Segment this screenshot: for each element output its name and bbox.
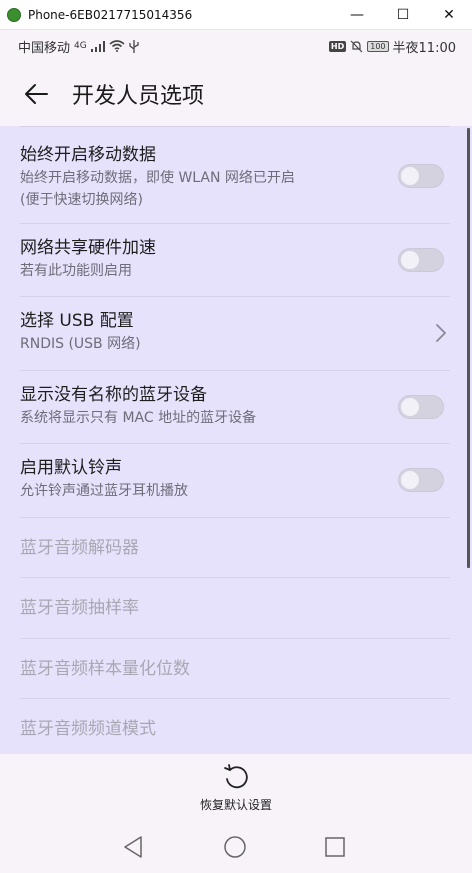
setting-show-unnamed-bt[interactable]: 显示没有名称的蓝牙设备 系统将显示只有 MAC 地址的蓝牙设备 <box>20 371 450 444</box>
clock: 半夜11:00 <box>392 40 456 56</box>
nav-home-icon <box>224 836 246 858</box>
setting-bt-audio-codec: 蓝牙音频解码器 <box>20 518 450 578</box>
setting-title: 选择 USB 配置 <box>20 311 134 331</box>
status-bar: 中国移动 4G HD 100 半夜11:00 <box>0 31 472 61</box>
setting-default-ringtone[interactable]: 启用默认铃声 允许铃声通过蓝牙耳机播放 <box>20 444 450 518</box>
minimize-button[interactable]: — <box>334 0 380 30</box>
app-bar: 开发人员选项 <box>0 62 472 126</box>
chevron-right-icon <box>436 324 446 342</box>
battery-indicator: 100 <box>367 40 389 52</box>
tethering-hw-accel-toggle[interactable] <box>398 248 444 272</box>
close-button[interactable]: ✕ <box>426 0 472 30</box>
navigation-bar <box>0 824 472 873</box>
setting-title: 蓝牙音频样本量化位数 <box>20 659 190 679</box>
reset-defaults-button[interactable]: 恢复默认设置 <box>186 762 286 818</box>
setting-subtitle: 始终开启移动数据，即使 WLAN 网络已开启 <box>20 170 295 186</box>
nav-back-button[interactable] <box>118 832 148 862</box>
carrier-label: 中国移动 <box>18 40 71 56</box>
window-titlebar: Phone-6EB0217715014356 — ☐ ✕ <box>0 0 472 30</box>
setting-title: 显示没有名称的蓝牙设备 <box>20 385 207 405</box>
nav-home-button[interactable] <box>220 832 250 862</box>
setting-title: 网络共享硬件加速 <box>20 238 156 258</box>
reset-defaults-label: 恢复默认设置 <box>199 798 272 812</box>
back-button[interactable] <box>14 72 58 116</box>
android-app-icon <box>7 7 21 22</box>
window-title: Phone-6EB0217715014356 <box>28 7 193 22</box>
setting-bt-bits-per-sample: 蓝牙音频样本量化位数 <box>20 639 450 699</box>
nav-back-icon <box>124 836 142 858</box>
setting-bt-channel-mode: 蓝牙音频频道模式 <box>20 699 450 754</box>
nav-recents-button[interactable] <box>320 832 350 862</box>
setting-tethering-hw-accel[interactable]: 网络共享硬件加速 若有此功能则启用 <box>20 224 450 297</box>
show-unnamed-bt-toggle[interactable] <box>398 395 444 419</box>
setting-subtitle: 允许铃声通过蓝牙耳机播放 <box>20 483 188 499</box>
default-ringtone-toggle[interactable] <box>398 468 444 492</box>
status-bar-left: 中国移动 4G <box>18 37 139 56</box>
setting-title: 蓝牙音频抽样率 <box>20 598 139 618</box>
bottom-action-bar: 恢复默认设置 <box>0 754 472 824</box>
scrollbar-thumb[interactable] <box>467 128 470 568</box>
reset-icon <box>224 764 248 789</box>
setting-bt-sample-rate: 蓝牙音频抽样率 <box>20 578 450 639</box>
back-arrow-icon <box>25 84 48 104</box>
window-controls: — ☐ ✕ <box>334 0 472 30</box>
network-type: 4G <box>74 41 87 51</box>
mute-icon <box>350 40 363 52</box>
setting-subtitle: RNDIS (USB 网络) <box>20 336 141 352</box>
setting-title: 启用默认铃声 <box>20 458 122 478</box>
settings-list[interactable]: 始终开启移动数据 始终开启移动数据，即使 WLAN 网络已开启 (便于快速切换网… <box>0 126 472 754</box>
status-bar-right: HD 100 半夜11:00 <box>328 37 456 56</box>
always-on-mobile-data-toggle[interactable] <box>398 164 444 188</box>
page-title: 开发人员选项 <box>72 84 205 109</box>
setting-title: 蓝牙音频解码器 <box>20 538 139 558</box>
setting-usb-config[interactable]: 选择 USB 配置 RNDIS (USB 网络) <box>20 297 450 371</box>
setting-subtitle: 若有此功能则启用 <box>20 263 132 279</box>
hd-badge: HD <box>328 40 347 52</box>
maximize-button[interactable]: ☐ <box>380 0 426 30</box>
wifi-icon <box>109 40 125 52</box>
usb-icon <box>129 39 139 53</box>
setting-title: 始终开启移动数据 <box>20 145 156 165</box>
setting-always-on-mobile-data[interactable]: 始终开启移动数据 始终开启移动数据，即使 WLAN 网络已开启 (便于快速切换网… <box>20 126 450 224</box>
nav-recents-icon <box>325 837 345 857</box>
setting-title: 蓝牙音频频道模式 <box>20 719 156 739</box>
setting-subtitle: 系统将显示只有 MAC 地址的蓝牙设备 <box>20 410 257 426</box>
signal-icon <box>90 40 105 52</box>
setting-subtitle: (便于快速切换网络) <box>20 192 143 208</box>
